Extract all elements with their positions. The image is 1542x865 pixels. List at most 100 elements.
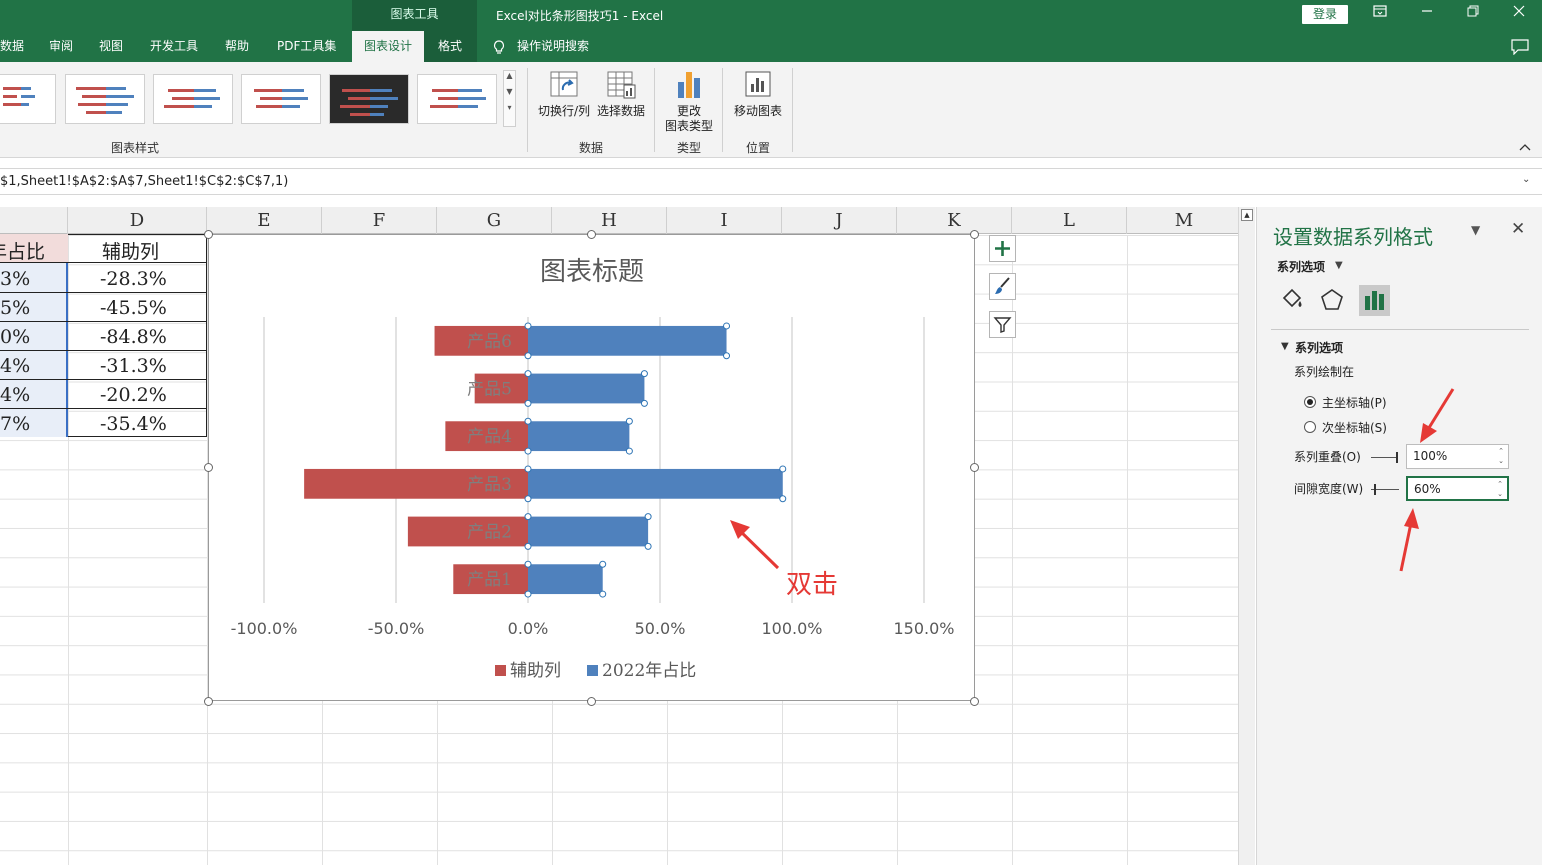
collapse-ribbon-icon[interactable] [1518,142,1532,152]
chart-area[interactable]: 图表标题 -100.0% -50.0% 0.0% 50.0% 100.0% 150.0% 产品… [208,234,975,701]
title-bar: 图表工具 Excel对比条形图技巧1 - Excel 登录 [0,0,1542,31]
resize-handle-br[interactable] [970,697,979,706]
primary-axis-label[interactable]: 主坐标轴(P) [1322,394,1387,411]
cell-c4[interactable]: 0% [0,326,30,348]
effects-pentagon-icon[interactable] [1317,285,1347,315]
select-data-button[interactable]: 选择数据 [594,70,648,119]
cell-c2[interactable]: 3% [0,268,30,290]
login-button[interactable]: 登录 [1302,5,1348,24]
chart-style-thumb-4[interactable] [241,74,321,124]
resize-handle-b[interactable] [587,697,596,706]
selection-point [524,399,532,407]
table-rule [0,292,207,293]
chevron-down-icon[interactable]: ▼ [1335,260,1343,271]
minimize-icon[interactable] [1418,5,1436,23]
column-header-l[interactable]: L [1012,207,1127,234]
overlap-slider[interactable] [1371,451,1401,464]
change-chart-type-button[interactable]: 更改 图表类型 [662,70,716,134]
column-header-h[interactable]: H [552,207,667,234]
secondary-axis-label[interactable]: 次坐标轴(S) [1322,419,1387,436]
section-series-options[interactable]: 系列选项 [1295,339,1343,356]
gallery-down-icon[interactable]: ▼ [504,87,515,96]
tab-view[interactable]: 视图 [99,31,125,62]
selection-point [644,542,652,550]
tab-developer[interactable]: 开发工具 [150,31,202,62]
chart-style-thumb-1[interactable] [0,74,56,124]
cell-c7[interactable]: 7% [0,413,30,435]
resize-handle-t[interactable] [587,230,596,239]
chart-filters-button[interactable] [989,311,1016,338]
chart-elements-button[interactable] [989,235,1016,262]
move-chart-button[interactable]: 移动图表 [730,70,786,119]
chart-styles-button[interactable] [989,273,1016,300]
group-separator [792,68,793,152]
selection-point [524,417,532,425]
column-header-m[interactable]: M [1127,207,1238,234]
change-chart-type-label-2: 图表类型 [664,119,713,133]
chart-style-thumb-3[interactable] [153,74,233,124]
ribbon-display-options-icon[interactable] [1371,5,1389,23]
resize-handle-r[interactable] [970,463,979,472]
window-title: Excel对比条形图技巧1 - Excel [496,9,664,23]
comments-icon[interactable] [1511,39,1529,55]
section-collapse-icon[interactable]: ▼ [1281,341,1289,352]
column-header-f[interactable]: F [322,207,437,234]
fill-line-icon[interactable] [1277,285,1307,315]
resize-handle-tr[interactable] [970,230,979,239]
column-header-d[interactable]: D [68,207,207,234]
resize-handle-l[interactable] [204,463,213,472]
scroll-up-icon[interactable]: ▲ [1241,209,1253,221]
secondary-axis-radio[interactable] [1304,421,1316,433]
tab-help[interactable]: 帮助 [225,31,251,62]
restore-icon[interactable] [1464,5,1482,23]
column-header-c[interactable] [0,207,68,234]
primary-axis-radio[interactable] [1304,396,1316,408]
gap-width-spinner[interactable]: 60% ⌃ ⌄ [1406,476,1509,501]
chart-style-thumb-5[interactable] [329,74,409,124]
tab-format[interactable]: 格式 [438,31,464,62]
tab-data[interactable]: 数据 [0,31,24,62]
formula-text[interactable]: $1,Sheet1!$A$2:$A$7,Sheet1!$C$2:$C$7,1) [0,174,288,189]
column-header-j[interactable]: J [782,207,897,234]
spinner-arrows-icon[interactable]: ⌃ ⌄ [1496,446,1506,466]
expand-formula-bar-icon[interactable]: ⌄ [1522,174,1530,185]
gallery-more-icon[interactable]: ▾ [504,103,515,112]
annotation-arrow-icon [730,520,780,570]
bar-chart[interactable]: 图表标题 -100.0% -50.0% 0.0% 50.0% 100.0% 150.0% 产品… [209,235,976,702]
resize-handle-bl[interactable] [204,697,213,706]
gap-width-value[interactable]: 60% [1414,482,1441,496]
series-options-dropdown[interactable]: 系列选项 [1277,258,1325,275]
cell-c3[interactable]: 5% [0,297,30,319]
resize-handle-tl[interactable] [204,230,213,239]
column-header-e[interactable]: E [207,207,322,234]
tab-pdf-tools[interactable]: PDF工具集 [277,31,339,62]
chart-style-thumb-2[interactable] [65,74,145,124]
tab-review[interactable]: 审阅 [49,31,75,62]
cell-c5[interactable]: 4% [0,355,30,377]
cell-c6[interactable]: 4% [0,384,30,406]
spinner-arrows-icon[interactable]: ⌃ ⌄ [1495,479,1505,499]
selection-point [625,417,633,425]
selection-point [723,352,731,360]
chart-tools-context-label: 图表工具 [352,0,477,31]
series-overlap-spinner[interactable]: 100% ⌃ ⌄ [1406,444,1509,469]
column-header-i[interactable]: I [667,207,782,234]
pane-options-dropdown-icon[interactable]: ▼ [1471,223,1480,237]
switch-row-column-button[interactable]: 切换行/列 [536,70,592,119]
gallery-scroll[interactable]: ▲ ▼ ▾ [503,70,516,127]
cell-c1-text: 年占比 [0,241,46,263]
format-data-series-pane: 设置数据系列格式 ▼ ✕ 系列选项 ▼ ▼ 系列选项 系列绘制在 主坐标轴(P)… [1256,207,1542,865]
pane-close-icon[interactable]: ✕ [1511,219,1525,239]
close-icon[interactable] [1510,5,1528,23]
column-header-k[interactable]: K [897,207,1012,234]
gap-width-slider[interactable] [1371,483,1401,496]
column-header-g[interactable]: G [437,207,552,234]
chart-style-thumb-6[interactable] [417,74,497,124]
tell-me-search[interactable]: 操作说明搜索 [517,31,597,62]
tab-chart-design[interactable]: 图表设计 [352,31,424,62]
series-overlap-value[interactable]: 100% [1413,449,1447,463]
gallery-up-icon[interactable]: ▲ [504,71,515,80]
formula-bar[interactable]: $1,Sheet1!$A$2:$A$7,Sheet1!$C$2:$C$7,1) … [0,168,1542,195]
vertical-scrollbar[interactable]: ▲ [1238,207,1255,865]
series-options-tab[interactable] [1359,285,1390,316]
